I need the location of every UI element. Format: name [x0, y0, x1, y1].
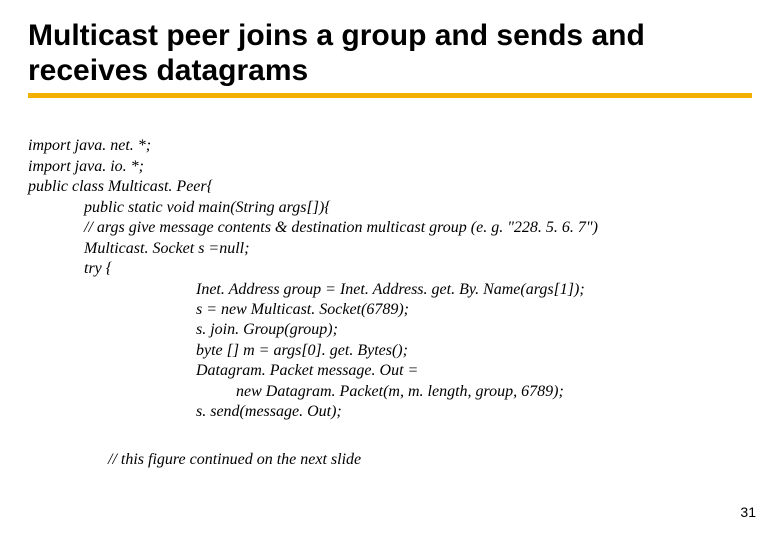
code-line: import java. io. *;: [28, 158, 144, 175]
code-line: public static void main(String args[]){: [28, 199, 331, 216]
continuation-note: // this figure continued on the next sli…: [28, 451, 752, 469]
title-line-2: receives datagrams: [28, 54, 308, 87]
code-line: s. join. Group(group);: [28, 321, 338, 338]
code-block: import java. net. *; import java. io. *;…: [28, 116, 752, 423]
code-line: // args give message contents & destinat…: [28, 219, 598, 236]
page-number: 31: [740, 504, 756, 520]
title-line-1: Multicast peer joins a group and sends a…: [28, 19, 645, 52]
code-line: s. send(message. Out);: [28, 403, 342, 420]
slide-title: Multicast peer joins a group and sends a…: [28, 18, 752, 89]
code-line: s = new Multicast. Socket(6789);: [28, 301, 409, 318]
slide: Multicast peer joins a group and sends a…: [0, 0, 780, 540]
code-line: Inet. Address group = Inet. Address. get…: [28, 281, 585, 298]
code-line: import java. net. *;: [28, 137, 151, 154]
code-line: new Datagram. Packet(m, m. length, group…: [28, 383, 564, 400]
code-line: byte [] m = args[0]. get. Bytes();: [28, 342, 408, 359]
title-underline: [28, 93, 752, 98]
code-line: try {: [28, 260, 112, 277]
code-line: public class Multicast. Peer{: [28, 178, 213, 195]
code-line: Multicast. Socket s =null;: [28, 240, 249, 257]
code-line: Datagram. Packet message. Out =: [28, 362, 418, 379]
